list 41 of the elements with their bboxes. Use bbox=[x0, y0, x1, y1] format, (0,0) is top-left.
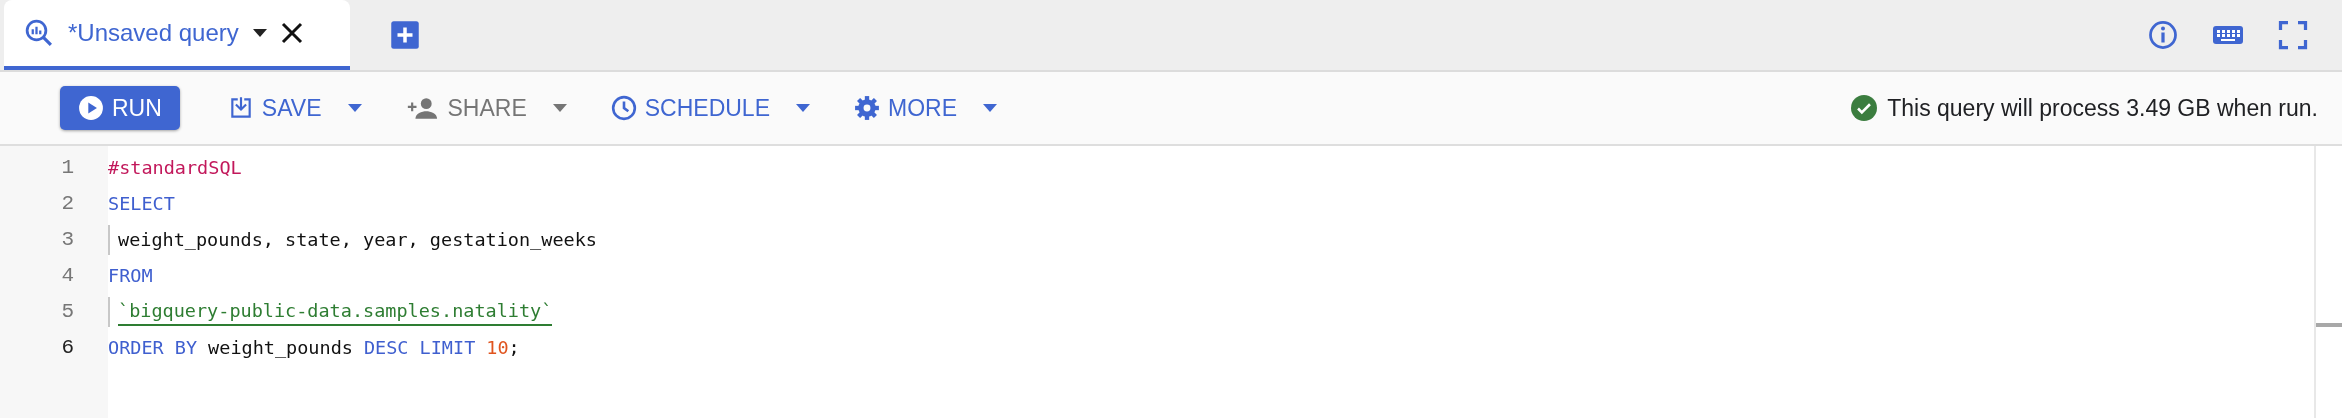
line-number: 2 bbox=[60, 191, 75, 217]
close-icon[interactable] bbox=[280, 22, 303, 44]
indent-guide bbox=[108, 225, 110, 255]
tab-title: *Unsaved query bbox=[68, 19, 239, 47]
code-token: DESC LIMIT bbox=[363, 336, 476, 360]
code-token: SELECT bbox=[108, 192, 175, 216]
code-token: weight_pounds bbox=[208, 336, 353, 360]
code-token: weight_pounds, state, year, gestation_weeks bbox=[118, 228, 597, 252]
menu-button[interactable]: MORE bbox=[850, 86, 1001, 130]
code-token: ORDER BY bbox=[108, 336, 198, 360]
add-person-icon bbox=[405, 95, 440, 121]
line-number: 6 bbox=[60, 335, 75, 361]
keyboard-icon[interactable] bbox=[2212, 23, 2244, 47]
code-token: #standardSQL bbox=[108, 156, 242, 180]
caret-icon[interactable] bbox=[252, 29, 267, 37]
query-tab[interactable]: *Unsaved query bbox=[4, 0, 350, 70]
menu-button[interactable]: SAVE bbox=[223, 86, 366, 130]
line-number: 5 bbox=[60, 299, 75, 325]
code-token: ; bbox=[508, 336, 520, 360]
line-number: 1 bbox=[60, 155, 75, 181]
settings-icon bbox=[854, 95, 880, 121]
clock-icon bbox=[610, 95, 637, 121]
fullscreen-icon[interactable] bbox=[2278, 20, 2308, 50]
code-token: 10 bbox=[486, 336, 509, 360]
run-button[interactable]: RUN bbox=[60, 86, 180, 130]
query-icon bbox=[24, 18, 54, 48]
check-icon bbox=[1851, 95, 1878, 121]
status-message: This query will process 3.49 GB when run. bbox=[1887, 94, 2318, 122]
caret-icon bbox=[983, 104, 997, 112]
caret-icon bbox=[347, 104, 362, 112]
indent-guide bbox=[108, 297, 110, 327]
line-number: 3 bbox=[60, 227, 75, 253]
scroll-marker bbox=[2316, 323, 2342, 327]
play-icon bbox=[78, 95, 104, 121]
info-icon[interactable] bbox=[2148, 20, 2178, 50]
caret-icon bbox=[796, 104, 810, 112]
code-token: FROM bbox=[108, 264, 153, 288]
line-number: 4 bbox=[60, 263, 75, 289]
caret-icon bbox=[552, 104, 567, 112]
code-token: `bigquery-public-data.samples.natality` bbox=[118, 298, 553, 326]
menu-button[interactable]: SCHEDULE bbox=[606, 86, 814, 130]
